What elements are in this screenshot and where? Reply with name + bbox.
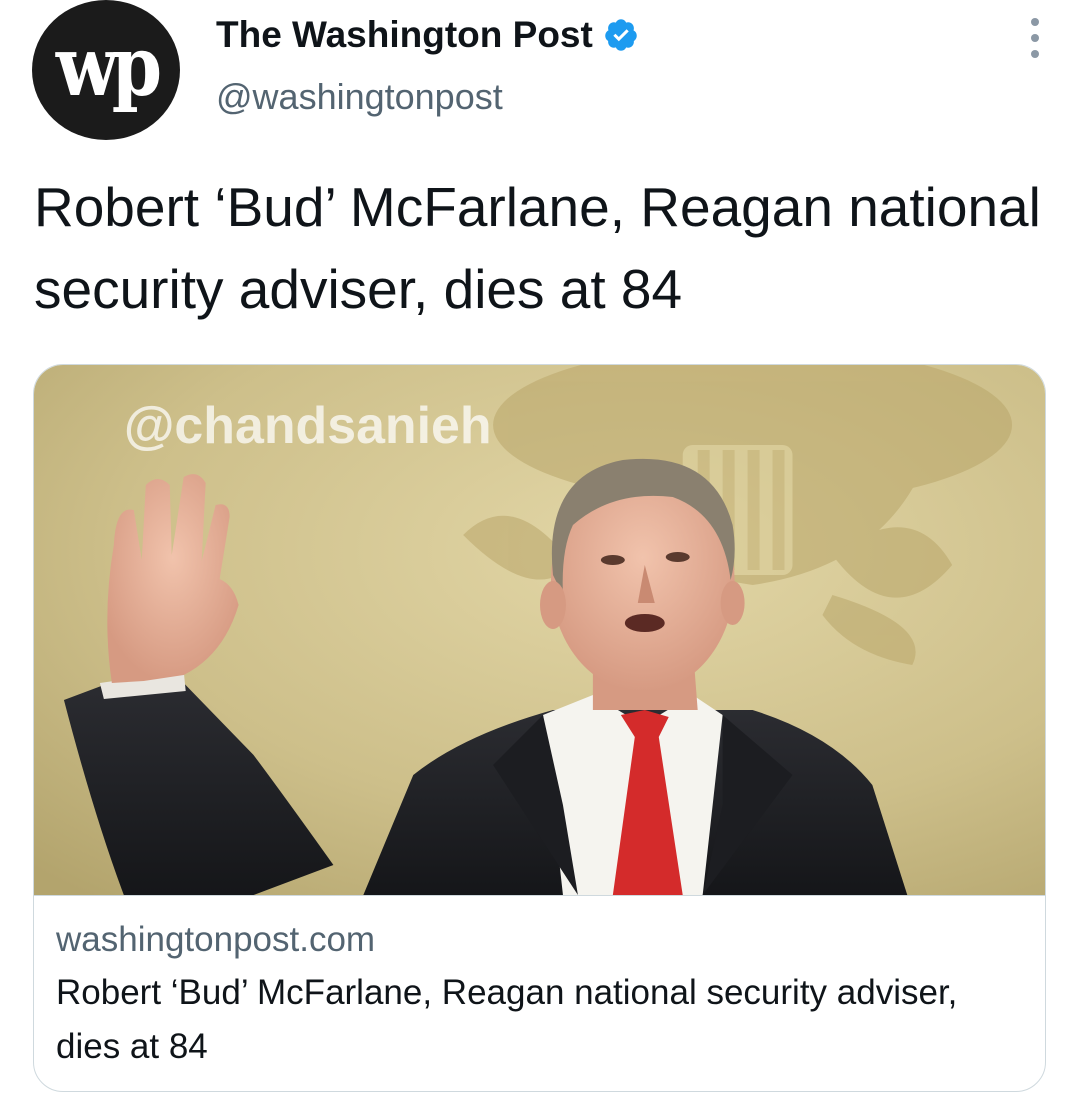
card-meta[interactable]: washingtonpost.com Robert ‘Bud’ McFarlan… — [34, 895, 1045, 1091]
image-watermark: @chandsanieh — [124, 397, 492, 455]
more-options-icon[interactable] — [1028, 18, 1042, 58]
card-title: Robert ‘Bud’ McFarlane, Reagan national … — [56, 973, 958, 1066]
card-domain: washingtonpost.com — [56, 920, 376, 959]
author-handle[interactable]: @washingtonpost — [216, 76, 503, 118]
author-name[interactable]: The Washington Post — [216, 14, 639, 56]
verified-badge-icon — [605, 19, 637, 51]
wp-logo: wp — [55, 16, 162, 115]
link-card[interactable]: @chandsanieh washingtonpost.com Robert ‘… — [33, 364, 1046, 1092]
author-avatar[interactable]: wp — [32, 0, 180, 140]
author-name-text: The Washington Post — [216, 14, 593, 55]
tweet-text: Robert ‘Bud’ McFarlane, Reagan national … — [34, 176, 1041, 320]
card-image[interactable]: @chandsanieh — [34, 365, 1045, 895]
